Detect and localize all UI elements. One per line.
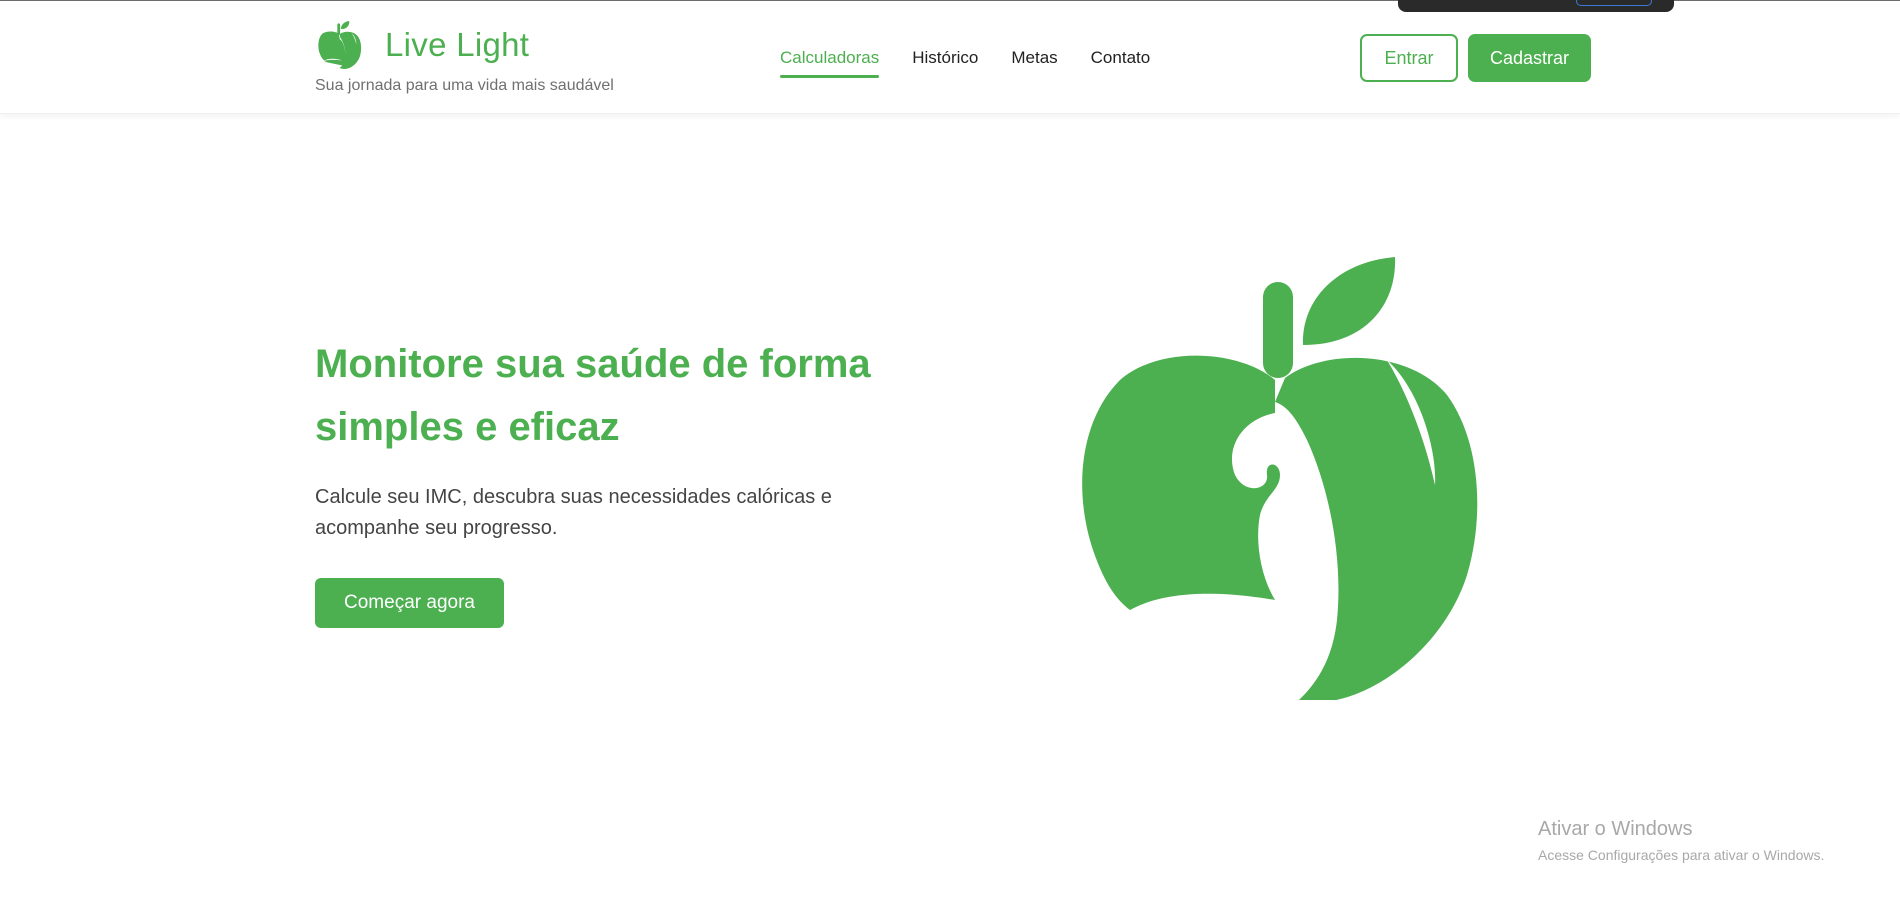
hero-subtitle: Calcule seu IMC, descubra suas necessida… [315,486,832,539]
watermark-title: Ativar o Windows [1538,818,1693,840]
login-button[interactable]: Entrar [1360,34,1458,82]
nav-item-historico[interactable]: Histórico [912,48,978,78]
nav-item-contato[interactable]: Contato [1091,48,1151,78]
nav-item-metas[interactable]: Metas [1011,48,1057,78]
hero-title: Monitore sua saúde de forma simples e ef… [315,342,871,449]
main-nav: Calculadoras Histórico Metas Contato [780,48,1183,78]
brand-tagline: Sua jornada para uma vida mais saudável [315,77,614,94]
brand-name: Live Light [385,26,530,63]
nav-item-calculadoras[interactable]: Calculadoras [780,48,880,78]
signup-button[interactable]: Cadastrar [1468,34,1591,82]
start-now-button[interactable]: Começar agora [315,578,504,628]
overlay-pill [1576,0,1652,6]
watermark-subtitle: Acesse Configurações para ativar o Windo… [1538,847,1825,863]
brand[interactable]: Live Light [315,21,529,69]
apple-muscle-icon [318,21,362,69]
windows-activation-watermark: Ativar o Windows Acesse Configurações pa… [1538,818,1824,863]
browser-overlay-bar [1398,0,1674,12]
apple-muscle-icon [1082,257,1478,700]
site-header: Live Light Sua jornada para uma vida mai… [0,1,1900,114]
